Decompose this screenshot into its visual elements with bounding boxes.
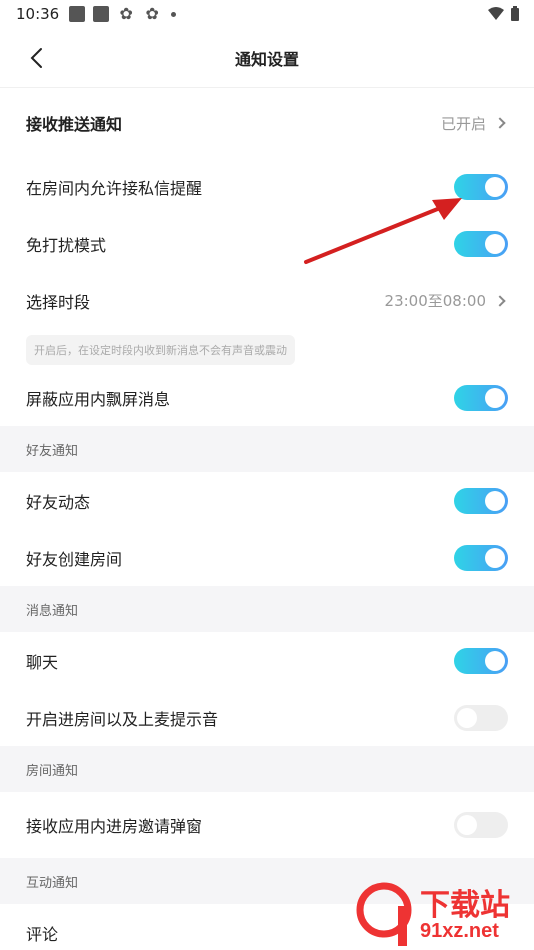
wifi-icon xyxy=(488,7,504,20)
section-header-friends: 好友通知 xyxy=(0,426,534,472)
row-time-range[interactable]: 选择时段 23:00至08:00 xyxy=(0,272,534,329)
section-header-messages: 消息通知 xyxy=(0,586,534,632)
watermark-domain: 91xz.net xyxy=(420,920,499,942)
row-label: 屏蔽应用内飘屏消息 xyxy=(26,389,171,409)
row-room-invite: 接收应用内进房邀请弹窗 xyxy=(0,792,534,858)
row-friend-activity: 好友动态 xyxy=(0,472,534,529)
status-bar: 10:36 ✿ ✿ xyxy=(0,0,534,28)
notification-icon xyxy=(69,6,86,22)
back-arrow-icon xyxy=(30,48,42,68)
nav-bar: 通知设置 xyxy=(0,28,534,88)
row-chat: 聊天 xyxy=(0,632,534,689)
row-value: 已开启 xyxy=(440,114,486,133)
friend-create-room-toggle[interactable] xyxy=(454,544,508,571)
battery-icon xyxy=(511,6,519,21)
row-friend-create-room: 好友创建房间 xyxy=(0,529,534,586)
toggle-knob xyxy=(485,547,505,568)
app-icon: ✿ xyxy=(119,4,133,23)
block-float-toggle[interactable] xyxy=(454,384,508,411)
toggle-knob xyxy=(457,707,477,728)
row-label: 接收应用内进房邀请弹窗 xyxy=(26,817,203,836)
row-label: 接收推送通知 xyxy=(26,115,123,134)
chat-toggle[interactable] xyxy=(454,647,508,674)
toggle-knob xyxy=(485,233,505,254)
room-sound-toggle[interactable] xyxy=(454,704,508,731)
row-label: 评论 xyxy=(26,924,59,944)
dnd-hint: 开启后，在设定时段内收到新消息不会有声音或震动 xyxy=(26,335,295,365)
row-label: 开启进房间以及上麦提示音 xyxy=(26,709,219,729)
row-receive-push[interactable]: 接收推送通知 已开启 xyxy=(0,88,534,158)
row-block-float: 屏蔽应用内飘屏消息 xyxy=(0,369,534,426)
row-label: 免打扰模式 xyxy=(26,235,107,255)
status-time: 10:36 xyxy=(16,5,60,23)
watermark-logo xyxy=(356,882,412,946)
toggle-knob xyxy=(485,387,505,408)
watermark-brand: 下载站 xyxy=(420,889,510,922)
room-invite-toggle[interactable] xyxy=(454,812,508,838)
row-room-sound: 开启进房间以及上麦提示音 xyxy=(0,689,534,746)
toggle-knob xyxy=(485,176,505,197)
notification-icon xyxy=(93,6,110,22)
toggle-knob xyxy=(457,815,477,835)
row-label: 选择时段 xyxy=(26,292,91,312)
row-value: 23:00至08:00 xyxy=(384,292,486,310)
page-title: 通知设置 xyxy=(234,49,299,69)
app-icon: ✿ xyxy=(145,4,159,23)
chevron-right-icon xyxy=(494,117,506,129)
back-button[interactable] xyxy=(20,42,52,74)
toggle-knob xyxy=(485,650,505,671)
row-label: 好友创建房间 xyxy=(26,549,123,569)
row-label: 在房间内允许接私信提醒 xyxy=(26,178,203,198)
section-header-room: 房间通知 xyxy=(0,746,534,792)
watermark: 下载站 91xz.net xyxy=(354,878,534,950)
friend-activity-toggle[interactable] xyxy=(454,487,508,514)
row-label: 好友动态 xyxy=(26,492,91,512)
toggle-knob xyxy=(485,490,505,511)
row-label: 聊天 xyxy=(26,652,59,672)
hint-container: 开启后，在设定时段内收到新消息不会有声音或震动 xyxy=(0,329,534,369)
annotation-arrow xyxy=(304,198,462,264)
more-notifications-icon xyxy=(171,11,177,17)
chevron-right-icon xyxy=(494,294,506,307)
